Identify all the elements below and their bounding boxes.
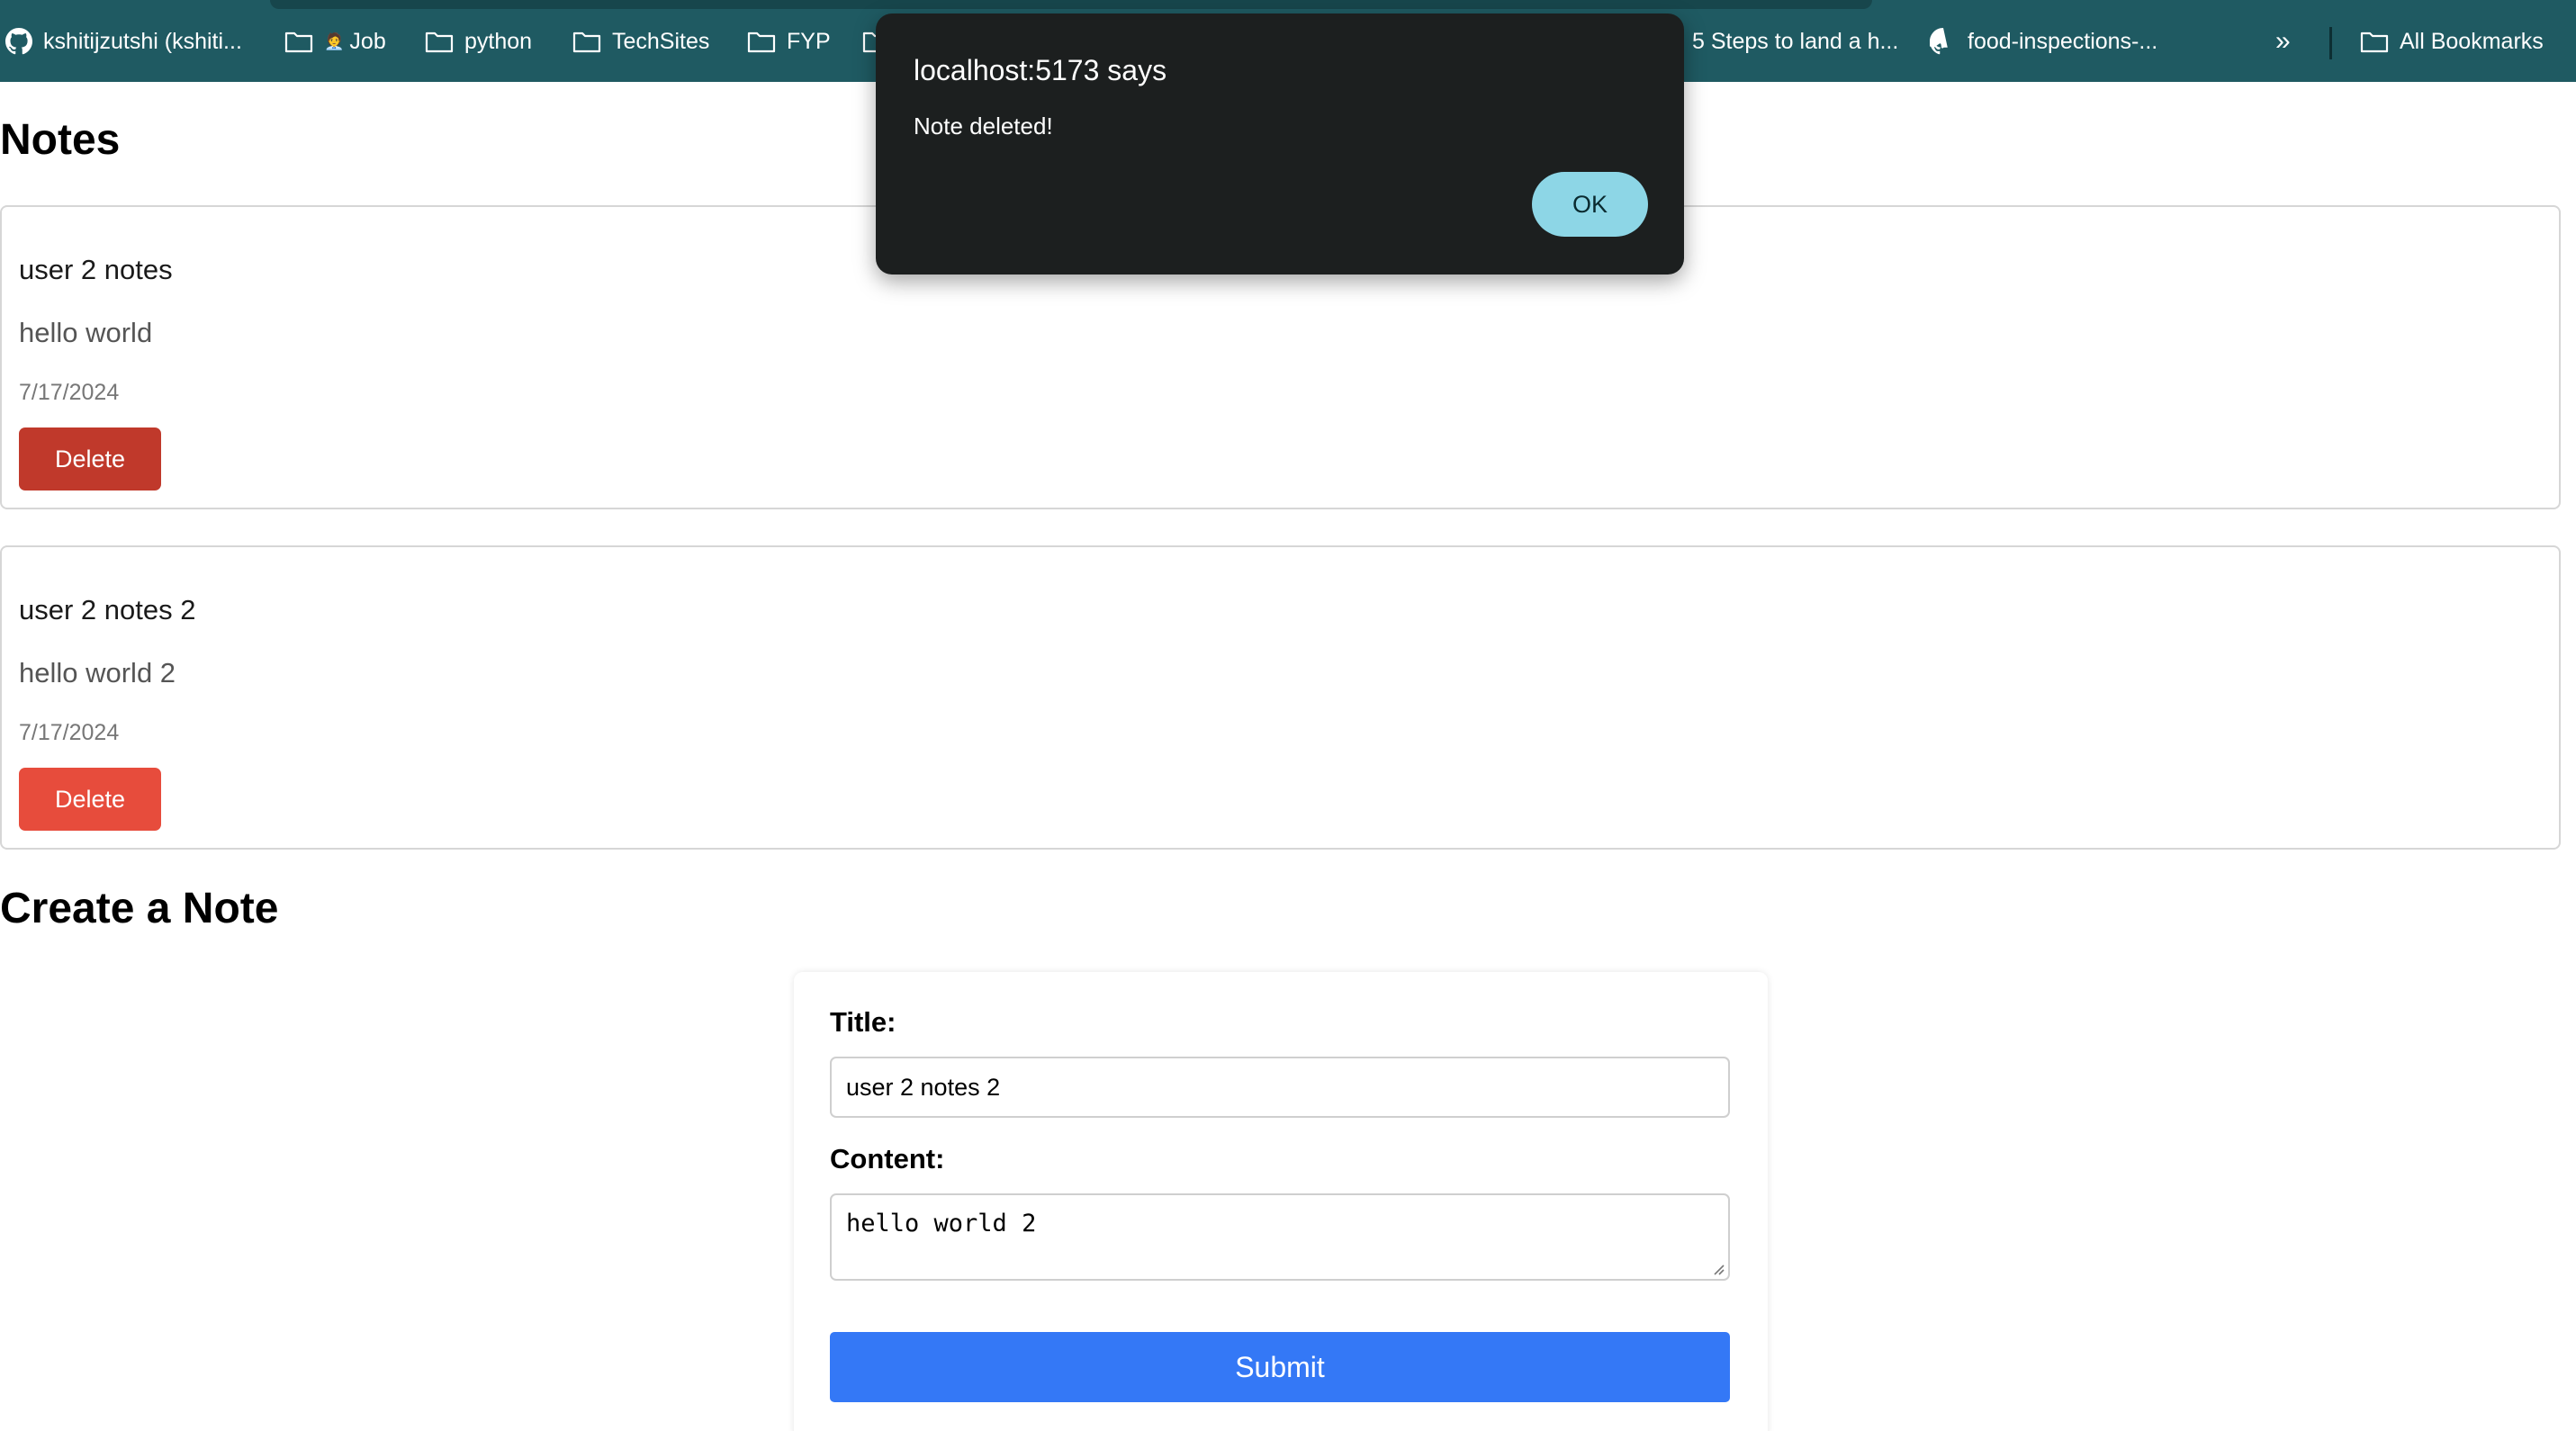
note-date: 7/17/2024 [19, 380, 120, 405]
bookmark-folder-techsites[interactable]: TechSites [572, 23, 709, 59]
create-note-form: Title: Content: hello world 2 Submit [794, 972, 1768, 1431]
bookmark-label: Job [349, 28, 386, 54]
bookmarks-separator [2329, 27, 2332, 59]
bookmark-kshitijzutshi[interactable]: kshitijzutshi (kshiti... [5, 23, 242, 59]
bookmark-label: TechSites [612, 28, 710, 54]
note-title: user 2 notes 2 [19, 594, 196, 626]
chevron-double-right-icon: » [2275, 26, 2291, 56]
all-bookmarks-button[interactable]: All Bookmarks [2360, 23, 2544, 59]
folder-icon [747, 32, 776, 53]
folder-icon [425, 32, 454, 53]
delete-button[interactable]: Delete [19, 768, 161, 831]
job-emoji-icon: 🧑‍💼 [324, 32, 345, 50]
note-content: hello world 2 [19, 657, 176, 688]
bookmark-label: food-inspections-... [1968, 28, 2158, 54]
bookmark-folder-python[interactable]: python [425, 23, 532, 59]
bookmark-label: 5 Steps to land a h... [1692, 28, 1899, 54]
ok-button[interactable]: OK [1532, 172, 1648, 237]
folder-icon [572, 32, 601, 53]
bookmark-folder-job[interactable]: 🧑‍💼 Job [284, 23, 386, 59]
note-card: user 2 notes 2 hello world 2 7/17/2024 D… [0, 545, 2561, 850]
bookmark-label: kshitijzutshi (kshiti... [43, 28, 242, 54]
create-note-heading: Create a Note [0, 885, 279, 932]
tab-strip-edge [270, 0, 1872, 9]
delete-button[interactable]: Delete [19, 428, 161, 490]
notes-heading: Notes [0, 116, 121, 164]
note-date: 7/17/2024 [19, 720, 120, 745]
page: kshitijzutshi (kshiti... 🧑‍💼 Job python … [0, 0, 2576, 1431]
folder-icon [2360, 32, 2389, 53]
content-field-wrapper: hello world 2 [794, 1193, 1768, 1281]
github-icon [1930, 28, 1948, 55]
bookmark-label: FYP [787, 28, 831, 54]
bookmark-5-steps[interactable]: 5 Steps to land a h... [1692, 23, 1898, 59]
content-textarea[interactable]: hello world 2 [830, 1193, 1730, 1281]
all-bookmarks-label: All Bookmarks [2400, 28, 2544, 54]
dialog-title: localhost:5173 says [914, 54, 1167, 86]
bookmark-food-inspections[interactable]: food-inspections-... [1930, 23, 2157, 59]
github-icon [5, 28, 32, 55]
title-label: Title: [830, 1006, 896, 1038]
note-content: hello world [19, 317, 153, 348]
dialog-message: Note deleted! [914, 112, 1053, 140]
content-label: Content: [830, 1143, 945, 1174]
bookmarks-overflow-button[interactable]: » [2275, 23, 2291, 59]
bookmark-label: python [464, 28, 533, 54]
alert-dialog: localhost:5173 says Note deleted! OK [876, 14, 1684, 274]
title-input[interactable] [830, 1057, 1730, 1118]
folder-icon [284, 32, 313, 53]
note-title: user 2 notes [19, 254, 173, 285]
bookmark-folder-fyp[interactable]: FYP [747, 23, 831, 59]
resize-handle-icon[interactable] [1710, 1261, 1725, 1275]
submit-button[interactable]: Submit [830, 1332, 1730, 1402]
